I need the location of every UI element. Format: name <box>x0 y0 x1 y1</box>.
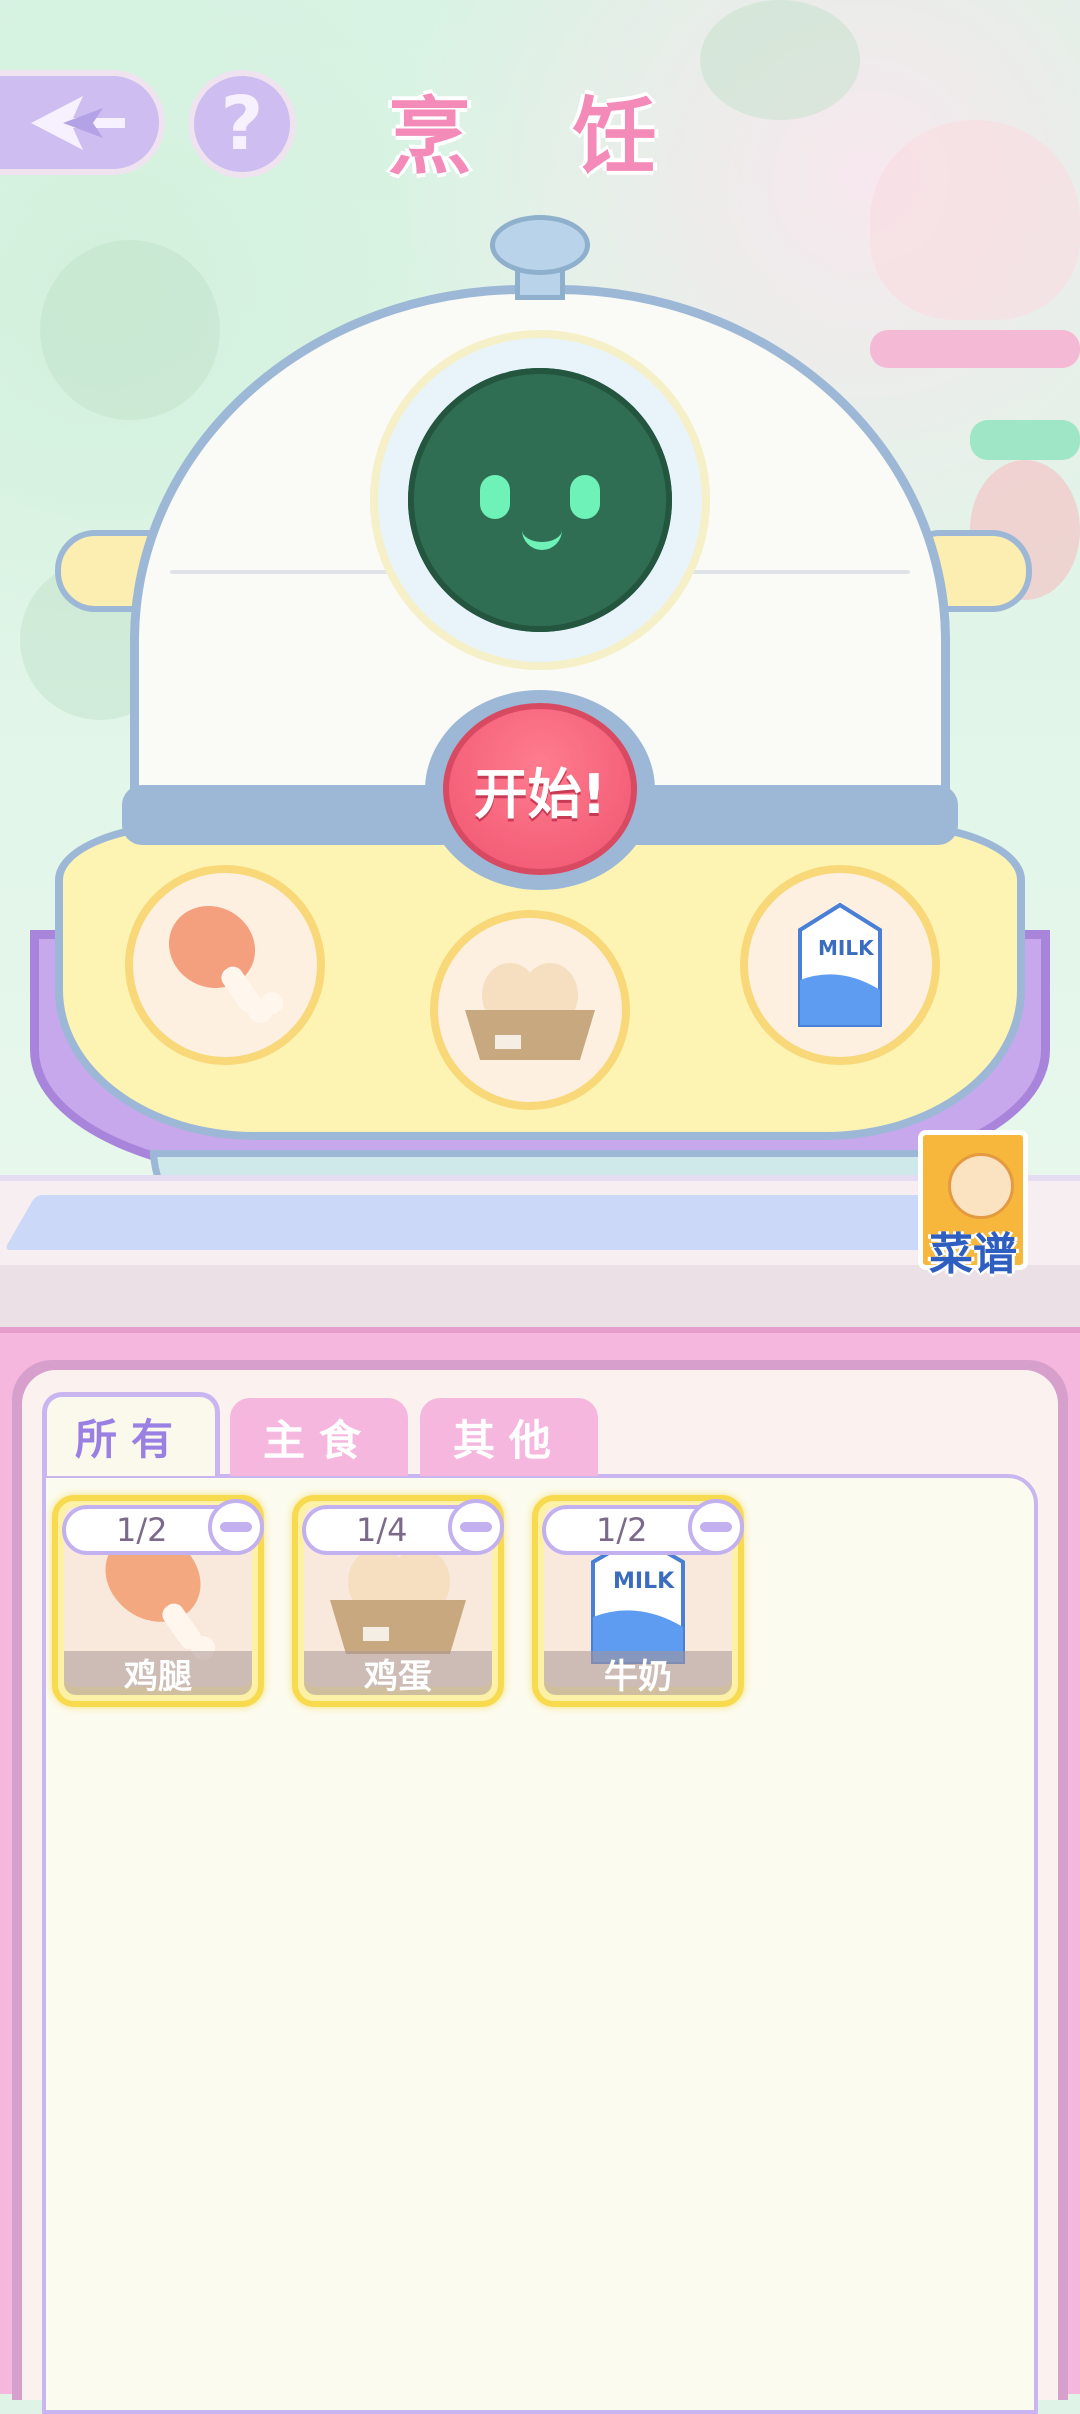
remove-item-button[interactable] <box>208 1499 264 1555</box>
chef-cat-icon <box>948 1153 1014 1219</box>
inventory-item-eggs[interactable]: 1/4 鸡蛋 <box>292 1495 504 1707</box>
counter-tray <box>4 1195 956 1250</box>
drumstick-icon <box>168 905 283 1023</box>
remove-item-button[interactable] <box>688 1499 744 1555</box>
cooker-machine: 开始! MILK <box>0 200 1080 1260</box>
item-name: 鸡蛋 <box>304 1651 492 1697</box>
item-name: 牛奶 <box>544 1651 732 1697</box>
ingredient-slot-2[interactable] <box>430 910 630 1110</box>
minus-icon <box>700 1522 732 1532</box>
back-arrow-icon <box>30 95 125 150</box>
help-icon: ? <box>220 81 264 167</box>
minus-icon <box>460 1522 492 1532</box>
start-button[interactable]: 开始! <box>443 703 637 875</box>
item-name: 鸡腿 <box>64 1651 252 1697</box>
svg-text:MILK: MILK <box>613 1569 675 1594</box>
minus-icon <box>220 1522 252 1532</box>
page-title: 烹 饪 <box>387 88 693 186</box>
tab-all[interactable]: 所有 <box>42 1392 220 1476</box>
remove-item-button[interactable] <box>448 1499 504 1555</box>
back-button[interactable] <box>0 70 165 175</box>
left-eye <box>480 475 510 519</box>
svg-text:MILK: MILK <box>818 936 875 960</box>
tab-staple[interactable]: 主食 <box>230 1398 408 1476</box>
cooker-knob <box>490 215 590 275</box>
recipe-label: 菜谱 <box>929 1229 1017 1280</box>
start-label: 开始! <box>473 762 607 826</box>
recipe-book-button[interactable]: 菜谱 <box>918 1130 1038 1280</box>
help-button[interactable]: ? <box>188 70 296 178</box>
face-screen <box>408 368 672 632</box>
inventory-item-drumstick[interactable]: 1/2 鸡腿 <box>52 1495 264 1707</box>
inventory-item-milk[interactable]: MILK 1/2 牛奶 <box>532 1495 744 1707</box>
ingredient-slot-3[interactable]: MILK <box>740 865 940 1065</box>
eggs-icon <box>465 963 595 1060</box>
ingredient-slot-1[interactable] <box>125 865 325 1065</box>
tab-other[interactable]: 其他 <box>420 1398 598 1476</box>
right-eye <box>570 475 600 519</box>
milk-icon: MILK <box>798 902 882 1027</box>
